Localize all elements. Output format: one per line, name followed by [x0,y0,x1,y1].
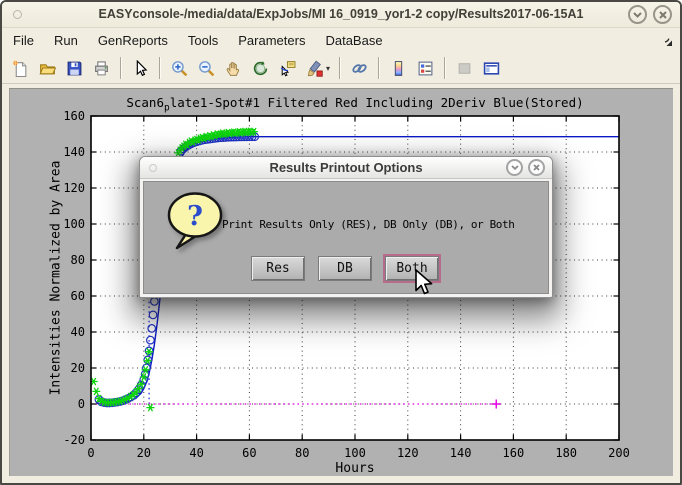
svg-text:60: 60 [242,446,256,460]
svg-text:160: 160 [63,109,85,123]
res-button[interactable]: Res [251,256,305,281]
toolbar-separator [159,57,161,79]
svg-text:40: 40 [71,325,85,339]
svg-text:100: 100 [63,217,85,231]
rotate-3d-icon[interactable] [248,56,273,81]
figure-toolbar: ▾ [2,53,680,84]
new-figure-icon[interactable] [8,56,33,81]
insert-legend-icon[interactable] [413,56,438,81]
dialog-message: Print Results Only (RES), DB Only (DB), … [222,218,514,231]
svg-text:180: 180 [555,446,577,460]
minimize-button[interactable] [628,5,647,24]
zoom-in-icon[interactable] [167,56,192,81]
close-icon [659,11,667,19]
svg-text:0: 0 [78,397,85,411]
db-button[interactable]: DB [318,256,372,281]
menu-run[interactable]: Run [44,30,88,51]
close-button[interactable] [653,5,672,24]
hide-plot-tools-icon [452,56,477,81]
svg-text:80: 80 [295,446,309,460]
svg-text:140: 140 [450,446,472,460]
question-bubble-icon: ? [164,190,230,257]
window-title: EASYconsole-/media/data/ExpJobs/MI 16_09… [2,7,680,21]
svg-text:40: 40 [189,446,203,460]
brush-data-icon[interactable] [302,56,327,81]
dialog-titlebar: Results Printout Options [140,157,552,179]
both-button[interactable]: Both [385,256,439,281]
svg-text:80: 80 [71,253,85,267]
svg-text:20: 20 [71,361,85,375]
svg-text:20: 20 [137,446,151,460]
svg-text:100: 100 [344,446,366,460]
svg-text:60: 60 [71,289,85,303]
svg-text:-20: -20 [63,433,85,447]
chevron-down-icon [633,12,642,18]
svg-text:120: 120 [397,446,419,460]
menu-tools[interactable]: Tools [178,30,228,51]
results-printout-dialog: Results Printout Options ? Print Results… [139,156,553,298]
dialog-close-button[interactable] [528,159,545,176]
menu-file[interactable]: File [3,30,44,51]
brush-dropdown-caret[interactable]: ▾ [326,64,334,73]
insert-colorbar-icon[interactable] [386,56,411,81]
link-plot-icon[interactable] [347,56,372,81]
menu-parameters[interactable]: Parameters [228,30,315,51]
data-cursor-icon[interactable] [275,56,300,81]
menu-database[interactable]: DataBase [315,30,392,51]
zoom-out-icon[interactable] [194,56,219,81]
dialog-title: Results Printout Options [140,160,552,175]
svg-text:160: 160 [503,446,525,460]
dialog-body: ? Print Results Only (RES), DB Only (DB)… [143,181,549,294]
menubar: File Run GenReports Tools Parameters Dat… [2,28,680,53]
open-file-icon[interactable] [35,56,60,81]
toolbar-separator [444,57,446,79]
svg-text:200: 200 [608,446,630,460]
pan-hand-icon[interactable] [221,56,246,81]
edit-plot-arrow-icon[interactable] [128,56,153,81]
chevron-down-icon [511,165,519,170]
svg-text:120: 120 [63,181,85,195]
svg-text:140: 140 [63,145,85,159]
easyconsole-window: EASYconsole-/media/data/ExpJobs/MI 16_09… [0,0,682,485]
toolbar-separator [120,57,122,79]
toolbar-separator [378,57,380,79]
svg-text:0: 0 [87,446,94,460]
svg-text:?: ? [187,201,203,232]
menu-genreports[interactable]: GenReports [88,30,178,51]
show-plot-tools-icon[interactable] [479,56,504,81]
menu-overflow-arrow-icon[interactable] [664,35,673,50]
dialog-minimize-button[interactable] [506,159,523,176]
toolbar-separator [339,57,341,79]
save-figure-icon[interactable] [62,56,87,81]
window-titlebar: EASYconsole-/media/data/ExpJobs/MI 16_09… [2,2,680,28]
close-icon [533,164,540,171]
print-figure-icon[interactable] [89,56,114,81]
